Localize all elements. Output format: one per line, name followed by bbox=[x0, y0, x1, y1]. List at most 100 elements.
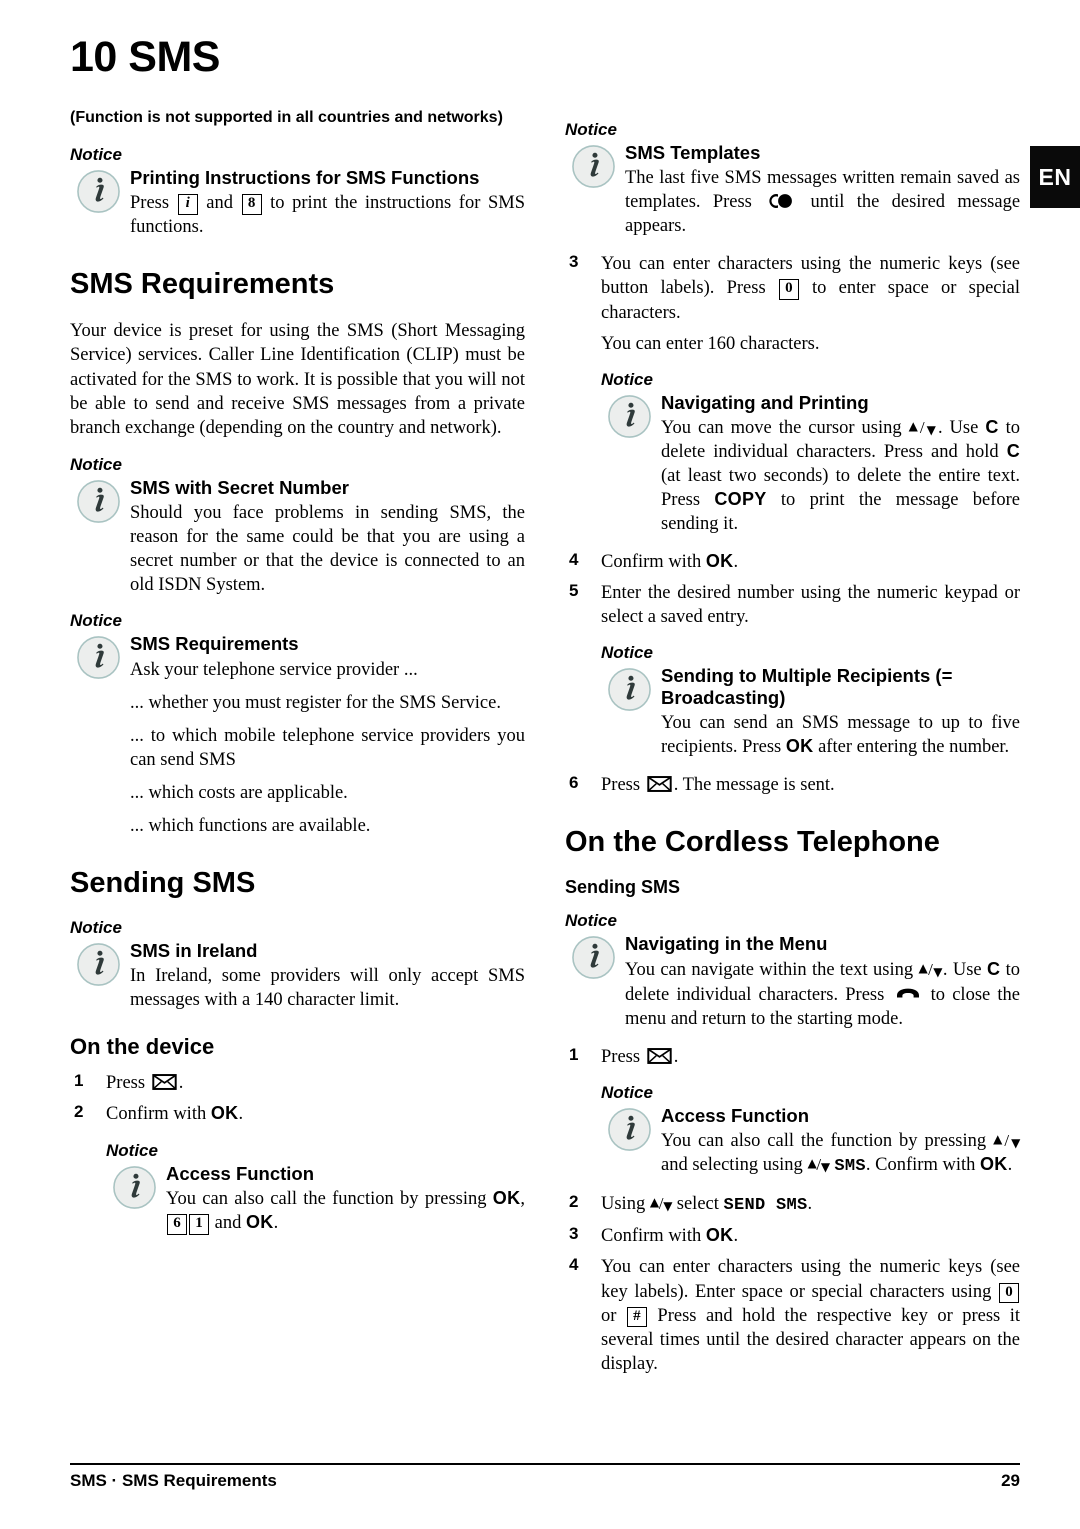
two-column-layout: 10 SMS (Function is not supported in all… bbox=[70, 36, 1020, 1383]
button-label-ok: OK bbox=[492, 1187, 521, 1208]
arrow-up-down-icon: ▲/▼ bbox=[649, 1194, 673, 1214]
text-fragment: You can enter characters using the numer… bbox=[601, 1257, 1020, 1302]
keycap-hash: # bbox=[626, 1306, 647, 1328]
text-fragment: Press bbox=[601, 1046, 641, 1067]
text-fragment: after entering the number. bbox=[818, 736, 1010, 757]
c-dot-redial-icon bbox=[766, 192, 796, 210]
button-label-ok: OK bbox=[979, 1154, 1008, 1175]
notice-title: Navigating in the Menu bbox=[625, 933, 828, 955]
notice-sms-requirements-list: SMS Requirements Ask your telephone serv… bbox=[70, 633, 525, 838]
notice-label: Notice bbox=[565, 911, 617, 931]
text-fragment: and bbox=[214, 1212, 242, 1233]
step-text: You can enter characters using the numer… bbox=[601, 1255, 1020, 1375]
step-item: 1 Press . bbox=[70, 1071, 525, 1095]
text-fragment: . bbox=[238, 1104, 244, 1125]
text-fragment: . bbox=[733, 552, 739, 573]
text-fragment: or bbox=[601, 1305, 617, 1326]
notice-access-function-cordless: Access Function You can also call the fu… bbox=[601, 1105, 1020, 1178]
notice-sms-secret-number: SMS with Secret Number Should you face p… bbox=[70, 477, 525, 597]
button-label-c: C bbox=[986, 958, 1001, 979]
keycap-1: 1 bbox=[189, 1213, 209, 1235]
lcd-text-send-sms: SEND SMS bbox=[723, 1196, 808, 1216]
notice-label: Notice bbox=[70, 917, 122, 937]
text-fragment: Press bbox=[601, 774, 641, 795]
notice-sms-templates: SMS Templates The last five SMS messages… bbox=[565, 142, 1020, 238]
step-number: 2 bbox=[569, 1192, 579, 1212]
hangup-handset-icon bbox=[895, 982, 921, 998]
text-fragment: You can also call the function by pressi… bbox=[166, 1188, 487, 1209]
step-item: 5 Enter the desired number using the num… bbox=[565, 581, 1020, 629]
keycap-8: 8 bbox=[241, 193, 262, 215]
text-fragment: . Use bbox=[937, 417, 979, 438]
step-number: 1 bbox=[569, 1044, 579, 1064]
info-icon bbox=[607, 667, 652, 712]
text-fragment: . bbox=[807, 1194, 813, 1215]
text-fragment: Confirm with bbox=[106, 1104, 207, 1125]
step-number: 4 bbox=[569, 1255, 579, 1275]
text-fragment: You can navigate within the text using bbox=[625, 959, 914, 980]
lcd-text-sms: SMS bbox=[834, 1157, 866, 1177]
footer-divider bbox=[70, 1463, 1020, 1465]
section-heading-on-the-device: On the device bbox=[70, 1034, 215, 1060]
keycap-0: 0 bbox=[999, 1282, 1019, 1304]
notice-label: Notice bbox=[106, 1140, 158, 1160]
notice-body: Should you face problems in sending SMS,… bbox=[130, 503, 525, 596]
info-icon bbox=[571, 144, 616, 189]
step-text: Press . The message is sent. bbox=[601, 773, 1020, 797]
step-number: 2 bbox=[74, 1102, 84, 1122]
arrow-up-down-icon: ▲/▼ bbox=[918, 959, 943, 979]
info-icon bbox=[607, 394, 652, 439]
step-item: 1 Press . bbox=[565, 1045, 1020, 1069]
notice-label: Notice bbox=[70, 144, 122, 164]
step-text: Press . bbox=[106, 1071, 525, 1095]
text-fragment: You can move the cursor using bbox=[661, 417, 902, 438]
arrow-up-down-icon: ▲/▼ bbox=[993, 1131, 1021, 1151]
step-number: 3 bbox=[569, 1224, 579, 1244]
notice-access-function-device: Access Function You can also call the fu… bbox=[106, 1163, 525, 1235]
notice-list-line: ... which costs are applicable. bbox=[130, 782, 348, 803]
step-item: 4 You can enter characters using the num… bbox=[565, 1255, 1020, 1375]
step-text: Confirm with OK. bbox=[106, 1102, 525, 1126]
notice-title: Navigating and Printing bbox=[661, 391, 869, 413]
text-fragment: . bbox=[273, 1212, 279, 1233]
text-fragment: You can also call the function by pressi… bbox=[661, 1131, 987, 1152]
button-label-copy: COPY bbox=[714, 489, 767, 509]
section-heading-sms-requirements: SMS Requirements bbox=[70, 267, 335, 300]
notice-label: Notice bbox=[70, 611, 122, 631]
step-text: Confirm with OK. bbox=[601, 1224, 1020, 1248]
language-tab: EN bbox=[1030, 146, 1080, 208]
text-fragment: and selecting using bbox=[661, 1155, 803, 1176]
notice-label: Notice bbox=[601, 369, 653, 389]
footer-page-number: 29 bbox=[1001, 1471, 1020, 1490]
notice-body: You can send an SMS message to up to fiv… bbox=[661, 711, 1020, 759]
button-label-c: C bbox=[1006, 440, 1021, 461]
envelope-icon bbox=[646, 1047, 672, 1064]
notice-label: Notice bbox=[601, 1082, 653, 1102]
text-fragment: select bbox=[676, 1194, 719, 1215]
notice-body: In Ireland, some providers will only acc… bbox=[130, 966, 525, 1011]
notice-navigating-menu: Navigating in the Menu You can navigate … bbox=[565, 933, 1020, 1030]
notice-title: SMS Templates bbox=[625, 142, 761, 163]
info-icon bbox=[76, 479, 121, 524]
notice-body: You can navigate within the text using ▲… bbox=[625, 958, 1020, 1031]
step-subparagraph: You can enter 160 characters. bbox=[601, 333, 820, 354]
info-icon bbox=[607, 1107, 652, 1152]
text-fragment: . bbox=[1007, 1155, 1013, 1176]
text-fragment: . bbox=[733, 1226, 739, 1247]
info-icon bbox=[76, 169, 121, 214]
right-column: Notice SMS Templates The last five SMS m… bbox=[565, 36, 1020, 1383]
arrow-up-down-icon: ▲/▼ bbox=[908, 417, 939, 437]
notice-body: You can also call the function by pressi… bbox=[166, 1187, 525, 1235]
button-label-ok: OK bbox=[210, 1103, 239, 1124]
notice-body: Press i and 8 to print the instructions … bbox=[130, 191, 525, 239]
text-fragment: Press bbox=[106, 1073, 146, 1094]
page-footer: SMS · SMS Requirements 29 bbox=[70, 1463, 1020, 1491]
button-label-ok: OK bbox=[705, 1225, 734, 1246]
notice-title: SMS Requirements bbox=[130, 633, 299, 655]
step-item: 6 Press . The message is sent. bbox=[565, 773, 1020, 797]
envelope-icon bbox=[646, 775, 672, 792]
document-page: EN 10 SMS (Function is not supported in … bbox=[0, 0, 1080, 1529]
step-text: Enter the desired number using the numer… bbox=[601, 583, 1020, 628]
paragraph-sms-requirements: Your device is preset for using the SMS … bbox=[70, 320, 525, 439]
arrow-up-down-icon: ▲/▼ bbox=[807, 1155, 830, 1175]
